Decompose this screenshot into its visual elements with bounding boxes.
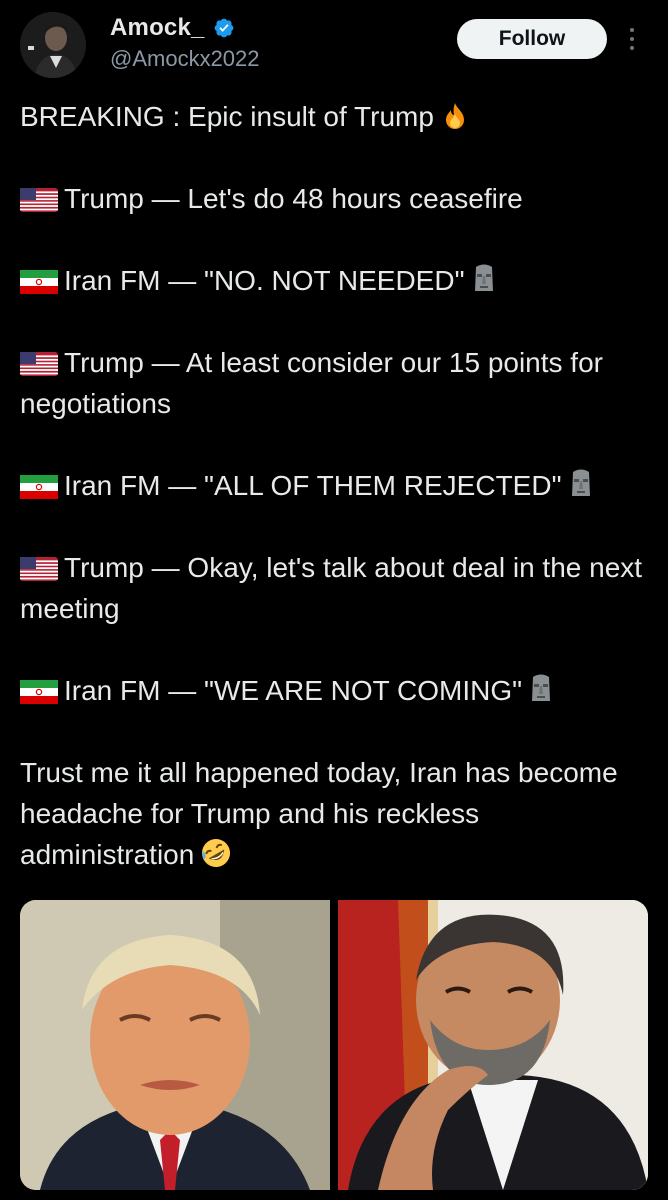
tweet-closing: Trust me it all happened today, Iran has… <box>20 757 618 870</box>
us-flag-icon <box>20 352 58 376</box>
tweet-page: Amock_ @Amockx2022 Follow BREAKING : Epi… <box>0 0 668 1200</box>
tweet-line-text: Iran FM — "NO. NOT NEEDED" <box>64 265 465 296</box>
more-vertical-icon[interactable] <box>622 24 642 54</box>
iran-flag-icon <box>20 270 58 294</box>
moai-emoji-icon <box>571 469 590 496</box>
user-handle[interactable]: @Amockx2022 <box>110 46 260 72</box>
rofl-emoji-icon <box>202 839 231 867</box>
us-flag-icon <box>20 188 58 212</box>
tweet-line-text: Trump — Okay, let's talk about deal in t… <box>20 552 643 624</box>
tweet-header: Amock_ @Amockx2022 Follow <box>0 0 668 90</box>
tweet-line-text: Iran FM — "WE ARE NOT COMING" <box>64 675 523 706</box>
avatar[interactable] <box>20 12 86 78</box>
tweet-headline-line: BREAKING : Epic insult of Trump <box>20 96 650 137</box>
tweet-line: Iran FM — "ALL OF THEM REJECTED" <box>20 465 650 506</box>
iran-flag-icon <box>20 680 58 704</box>
media-grid[interactable] <box>20 900 648 1190</box>
iran-flag-icon <box>20 475 58 499</box>
avatar-photo-icon <box>20 12 86 78</box>
tweet-text: BREAKING : Epic insult of Trump Trump — … <box>20 96 650 875</box>
follow-button[interactable]: Follow <box>457 19 607 59</box>
dot <box>630 28 634 32</box>
name-row: Amock_ <box>110 14 235 42</box>
tweet-line: Trump — At least consider our 15 points … <box>20 342 650 424</box>
media-image-left[interactable] <box>20 900 330 1190</box>
dot <box>630 37 634 41</box>
verified-badge-icon <box>214 18 233 38</box>
tweet-line: Iran FM — "NO. NOT NEEDED" <box>20 260 650 301</box>
tweet-line: Trump — Let's do 48 hours ceasefire <box>20 178 650 219</box>
tweet-closing-line: Trust me it all happened today, Iran has… <box>20 752 650 875</box>
us-flag-icon <box>20 557 58 581</box>
tweet-line: Iran FM — "WE ARE NOT COMING" <box>20 670 650 711</box>
iran-fm-photo-icon <box>338 900 648 1190</box>
tweet-line-text: Trump — Let's do 48 hours ceasefire <box>64 183 523 214</box>
moai-emoji-icon <box>474 264 493 291</box>
tweet-line-text: Iran FM — "ALL OF THEM REJECTED" <box>64 470 562 501</box>
tweet-line-text: Trump — At least consider our 15 points … <box>20 347 603 419</box>
fire-emoji-icon <box>445 103 464 129</box>
dot <box>630 46 634 50</box>
tweet-line: Trump — Okay, let's talk about deal in t… <box>20 547 650 629</box>
trump-photo-icon <box>20 900 330 1190</box>
tweet-headline: BREAKING : Epic insult of Trump <box>20 101 434 132</box>
media-image-right[interactable] <box>338 900 648 1190</box>
display-name[interactable]: Amock_ <box>110 14 205 42</box>
moai-emoji-icon <box>532 674 551 701</box>
